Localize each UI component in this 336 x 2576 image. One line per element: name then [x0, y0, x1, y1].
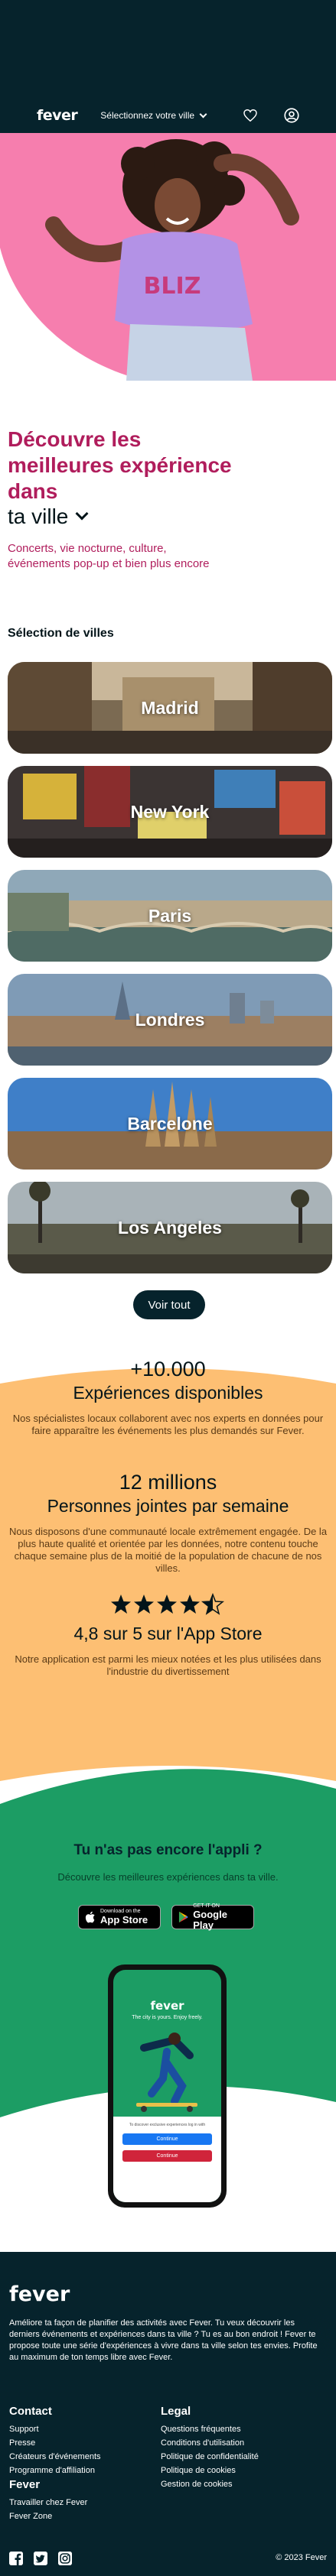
see-all-button[interactable]: Voir tout [133, 1290, 205, 1319]
twitter-icon[interactable] [34, 2552, 47, 2565]
footer-fever-title: Fever [9, 2478, 41, 2491]
city-name: Barcelone [127, 1113, 213, 1134]
user-icon[interactable] [284, 108, 299, 123]
stat-label: 4,8 sur 5 sur l'App Store [73, 1624, 263, 1643]
star-icons [110, 1594, 223, 1614]
footer-link-careers[interactable]: Travailler chez Fever [9, 2496, 87, 2509]
hero-city-selector[interactable]: ta ville [8, 504, 89, 529]
footer-link-cookie-policy[interactable]: Politique de cookies [161, 2464, 259, 2477]
footer-contact-column: Contact Support Presse Créateurs d'événe… [9, 2405, 101, 2477]
stat-description: Nos spécialistes locaux collaborent avec… [12, 1413, 324, 1436]
city-card-londres[interactable]: Londres [8, 974, 332, 1066]
stat-number: +10.000 [130, 1358, 206, 1380]
google-play-label: Google Play [193, 1909, 227, 1931]
instagram-icon[interactable] [58, 2552, 72, 2565]
hero-illustration: BLIZ [0, 133, 336, 381]
rating-stars [0, 1593, 336, 1616]
stat-description: Nous disposons d'une communauté locale e… [8, 1526, 328, 1574]
skater-illustration [136, 2033, 197, 2112]
store-badges: Download on the App Store GET IT ON Goog… [78, 1903, 254, 1931]
stat-label: Personnes jointes par semaine [47, 1496, 289, 1516]
fever-logo[interactable]: fever [37, 107, 78, 124]
apple-icon [85, 1911, 95, 1923]
social-links [9, 2552, 72, 2565]
footer-contact-title: Contact [9, 2405, 52, 2418]
footer-about-text: Améliore ta façon de planifier des activ… [9, 2318, 318, 2362]
phone-caption: To discover exclusive experiences log in… [129, 2123, 206, 2127]
app-promo-subtitle: Découvre les meilleures expériences dans… [57, 1871, 279, 1883]
hero-city-label: ta ville [8, 504, 69, 528]
footer-link-faq[interactable]: Questions fréquentes [161, 2422, 259, 2436]
stat-people: 12 millions Personnes jointes par semain… [0, 1471, 336, 1575]
chevron-down-icon [75, 507, 89, 521]
footer-link-creators[interactable]: Créateurs d'événements [9, 2450, 101, 2464]
cities-section-title: Sélection de villes [8, 627, 114, 640]
city-card-los-angeles[interactable]: Los Angeles [8, 1182, 332, 1273]
city-card-new-york[interactable]: New York [8, 766, 332, 858]
google-play-button[interactable]: GET IT ON Google Play [171, 1903, 254, 1931]
footer-legal-column: Legal Questions fréquentes Conditions d'… [161, 2405, 259, 2491]
phone-fever-logo: fever [150, 1999, 184, 2013]
chevron-down-icon [199, 110, 207, 118]
city-selector-label: Sélectionnez votre ville [100, 110, 195, 121]
app-store-button[interactable]: Download on the App Store [78, 1905, 161, 1929]
city-card-madrid[interactable]: Madrid [8, 662, 332, 754]
hero-banner: BLIZ [0, 133, 336, 381]
phone-mockup: fever The city is yours. Enjoy freely. T… [108, 1964, 227, 2208]
stat-number: 12 millions [119, 1471, 217, 1494]
footer-link-terms[interactable]: Conditions d'utilisation [161, 2436, 259, 2450]
footer-link-fever-zone[interactable]: Fever Zone [9, 2509, 87, 2523]
app-store-label: App Store [100, 1914, 148, 1926]
city-name: Londres [135, 1009, 205, 1030]
footer: fever Améliore ta façon de planifier des… [0, 2252, 336, 2576]
phone-email-button: Continue [122, 2150, 212, 2162]
stat-label: Expériences disponibles [73, 1383, 263, 1403]
city-name: Paris [148, 905, 192, 926]
hero-headline: Découvre les meilleures expérience dans [8, 427, 232, 503]
copyright: © 2023 Fever [276, 2553, 327, 2562]
heart-icon[interactable] [243, 108, 258, 123]
footer-link-privacy[interactable]: Politique de confidentialité [161, 2450, 259, 2464]
phone-screen: fever The city is yours. Enjoy freely. T… [113, 1970, 221, 2202]
footer-link-press[interactable]: Presse [9, 2436, 101, 2450]
city-name: Madrid [141, 697, 199, 718]
city-list: Madrid New York Paris Londres Barcelone … [8, 662, 332, 1286]
phone-tagline: The city is yours. Enjoy freely. [132, 2015, 203, 2020]
app-promo-title: Tu n'as pas encore l'appli ? [73, 1842, 263, 1858]
city-card-paris[interactable]: Paris [8, 870, 332, 962]
footer-link-support[interactable]: Support [9, 2422, 101, 2436]
hero-subtitle: Concerts, vie nocturne, culture, événeme… [8, 542, 210, 570]
footer-link-cookie-settings[interactable]: Gestion de cookies [161, 2477, 259, 2491]
footer-link-affiliate[interactable]: Programme d'affiliation [9, 2464, 101, 2477]
top-navigation: fever Sélectionnez votre ville [0, 98, 336, 133]
header-actions [243, 108, 299, 123]
stat-experiences: +10.000 Expériences disponibles Nos spéc… [0, 1358, 336, 1437]
footer-fever-logo[interactable]: fever [9, 2282, 70, 2306]
footer-legal-title: Legal [161, 2405, 191, 2418]
stat-description: Notre application est parmi les mieux no… [15, 1653, 321, 1677]
facebook-icon[interactable] [9, 2552, 23, 2565]
phone-facebook-button: Continue [122, 2133, 212, 2145]
footer-fever-column: Fever Travailler chez Fever Fever Zone [9, 2478, 87, 2523]
svg-text:BLIZ: BLIZ [144, 273, 201, 300]
city-card-barcelone[interactable]: Barcelone [8, 1078, 332, 1170]
city-selector[interactable]: Sélectionnez votre ville [100, 110, 207, 121]
google-play-icon [178, 1911, 188, 1923]
stat-rating: 4,8 sur 5 sur l'App Store Notre applicat… [0, 1593, 336, 1678]
city-name: Los Angeles [118, 1217, 222, 1238]
city-name: New York [130, 801, 210, 822]
